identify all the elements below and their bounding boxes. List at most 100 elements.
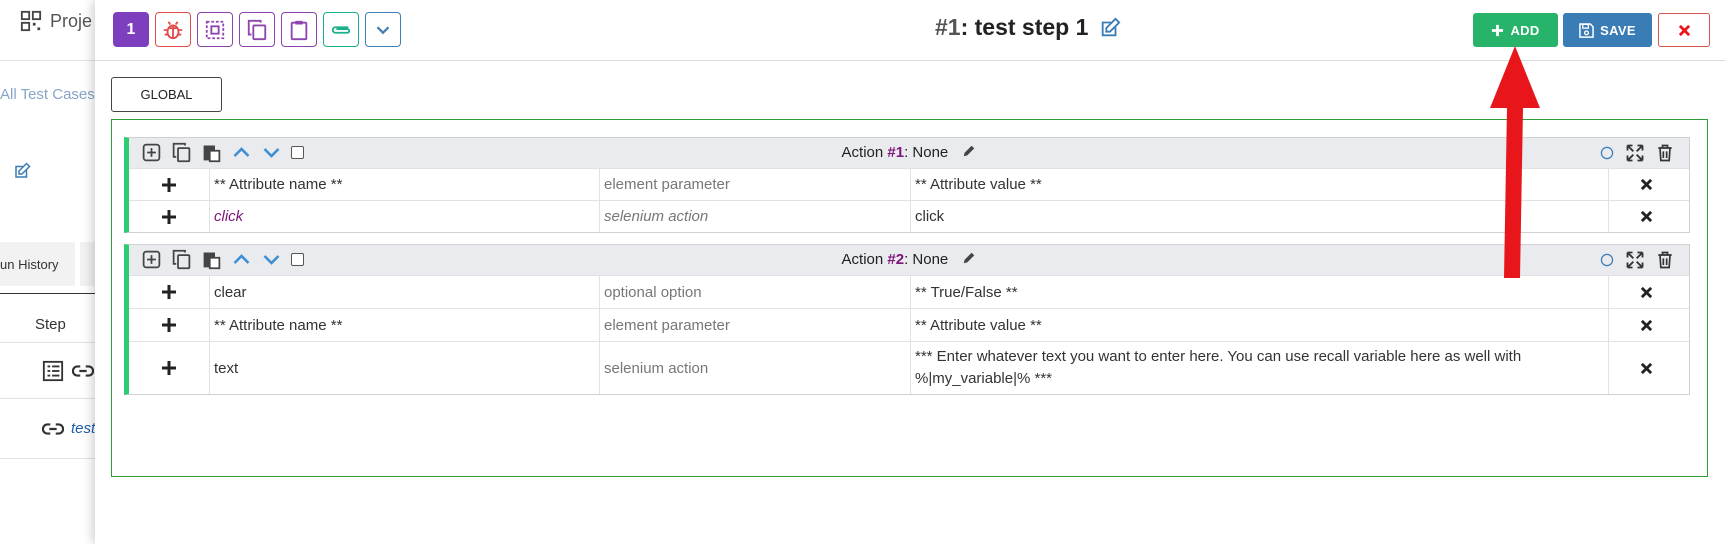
attribute-name-cell[interactable]: ** Attribute name ** [210,169,600,200]
step-actions-container: Action #1: None ** Attribute name ** ele… [111,119,1708,477]
save-label: SAVE [1600,22,1636,38]
action-block: Action #2: None clear optional option **… [124,244,1690,395]
breadcrumb[interactable]: All Test Cases / [0,86,95,103]
plus-icon [1492,24,1504,36]
action-header: Action #2: None [129,245,1689,275]
attribute-name-cell[interactable]: text [210,342,600,394]
attribute-type-cell[interactable]: element parameter [600,309,911,341]
bug-icon [163,20,183,39]
add-row-button[interactable] [129,201,210,232]
action-number: #2 [887,251,905,268]
action-label: Action [841,144,888,161]
action-row: ** Attribute name ** element parameter *… [129,308,1689,341]
plus-icon [162,318,176,332]
action-title: Action #1: None [129,144,1689,161]
close-icon [1640,319,1653,331]
expand-icon[interactable] [1625,143,1645,163]
attribute-type-cell[interactable]: optional option [600,276,911,308]
table-header-divider [0,293,95,294]
toggle-circle-icon[interactable] [1599,145,1615,161]
divider [0,398,95,399]
edit-icon[interactable] [1098,17,1122,39]
trash-icon[interactable] [1655,143,1675,163]
red-arrow-annotation [1490,46,1540,278]
pencil-icon[interactable] [962,251,976,265]
delete-row-button[interactable] [1609,169,1684,200]
clipboard-icon [290,20,308,40]
copy-button[interactable] [239,12,275,47]
action-number: #1 [887,144,905,161]
test-case-link[interactable]: test [71,420,95,437]
close-icon [1640,178,1653,191]
attribute-value-cell[interactable]: ** Attribute value ** [911,309,1609,341]
attribute-type-cell[interactable]: selenium action [600,342,911,394]
delete-row-button[interactable] [1609,276,1684,308]
add-label: ADD [1510,22,1540,38]
copy-icon [247,19,267,40]
plus-icon [162,209,176,224]
column-step: Step [35,316,66,333]
action-label: Action [841,251,888,268]
list-icon[interactable] [42,360,64,382]
step-editor-panel: 1 #1: test step 1 ADD SAVE GLOBAL Action… [95,0,1726,544]
add-row-button[interactable] [129,169,210,200]
more-options-button[interactable] [365,12,401,47]
tab-run-history[interactable]: un History [0,242,75,286]
project-label: Proje [50,10,93,31]
action-controls [1599,250,1675,270]
trash-icon[interactable] [1655,250,1675,270]
delete-row-button[interactable] [1609,342,1684,394]
divider [0,342,95,343]
paste-button[interactable] [281,12,317,47]
tab-next[interactable] [80,242,95,286]
step-editor-header: 1 #1: test step 1 ADD SAVE [95,0,1726,61]
attribute-type-cell[interactable]: selenium action [600,201,911,232]
pencil-icon[interactable] [962,144,976,158]
add-row-button[interactable] [129,276,210,308]
step-title: #1: test step 1 [935,14,1122,41]
attribute-value-cell[interactable]: *** Enter whatever text you want to ente… [911,342,1609,394]
close-icon [1678,24,1690,36]
toggle-circle-icon[interactable] [1599,252,1615,268]
action-name: : None [904,144,949,161]
attribute-name-cell[interactable]: ** Attribute name ** [210,309,600,341]
action-header: Action #1: None [129,138,1689,168]
expand-icon[interactable] [1625,250,1645,270]
action-title: Action #2: None [129,251,1689,268]
link-icon[interactable] [72,362,94,380]
global-button[interactable]: GLOBAL [111,77,222,112]
plus-icon [162,361,176,375]
project-menu[interactable]: Proje [20,10,92,32]
action-row: click selenium action click [129,200,1689,232]
add-row-button[interactable] [129,342,210,394]
save-button[interactable]: SAVE [1563,13,1652,47]
attach-button[interactable] [323,12,359,47]
close-icon [1640,362,1653,374]
link-icon[interactable] [42,420,64,438]
bug-button[interactable] [155,12,191,47]
step-number-button[interactable]: 1 [113,12,149,47]
select-all-button[interactable] [197,12,233,47]
action-block: Action #1: None ** Attribute name ** ele… [124,137,1690,233]
delete-row-button[interactable] [1609,201,1684,232]
background-app: Proje All Test Cases / un History Step t… [0,0,95,544]
edit-icon[interactable] [13,162,31,180]
attribute-type-cell[interactable]: element parameter [600,169,911,200]
action-row: clear optional option ** True/False ** [129,275,1689,308]
plus-icon [162,177,176,192]
attribute-name-cell[interactable]: click [210,201,600,232]
add-row-button[interactable] [129,309,210,341]
close-button[interactable] [1658,13,1710,47]
paperclip-icon [331,25,351,34]
plus-icon [162,285,176,299]
action-row: ** Attribute name ** element parameter *… [129,168,1689,200]
step-title-number: #1 [935,14,961,40]
action-controls [1599,143,1675,163]
select-all-icon [205,20,225,39]
close-icon [1640,210,1653,223]
floppy-disk-icon [1579,22,1594,38]
attribute-name-cell[interactable]: clear [210,276,600,308]
close-icon [1640,286,1653,298]
delete-row-button[interactable] [1609,309,1684,341]
chevron-down-icon [376,25,390,34]
